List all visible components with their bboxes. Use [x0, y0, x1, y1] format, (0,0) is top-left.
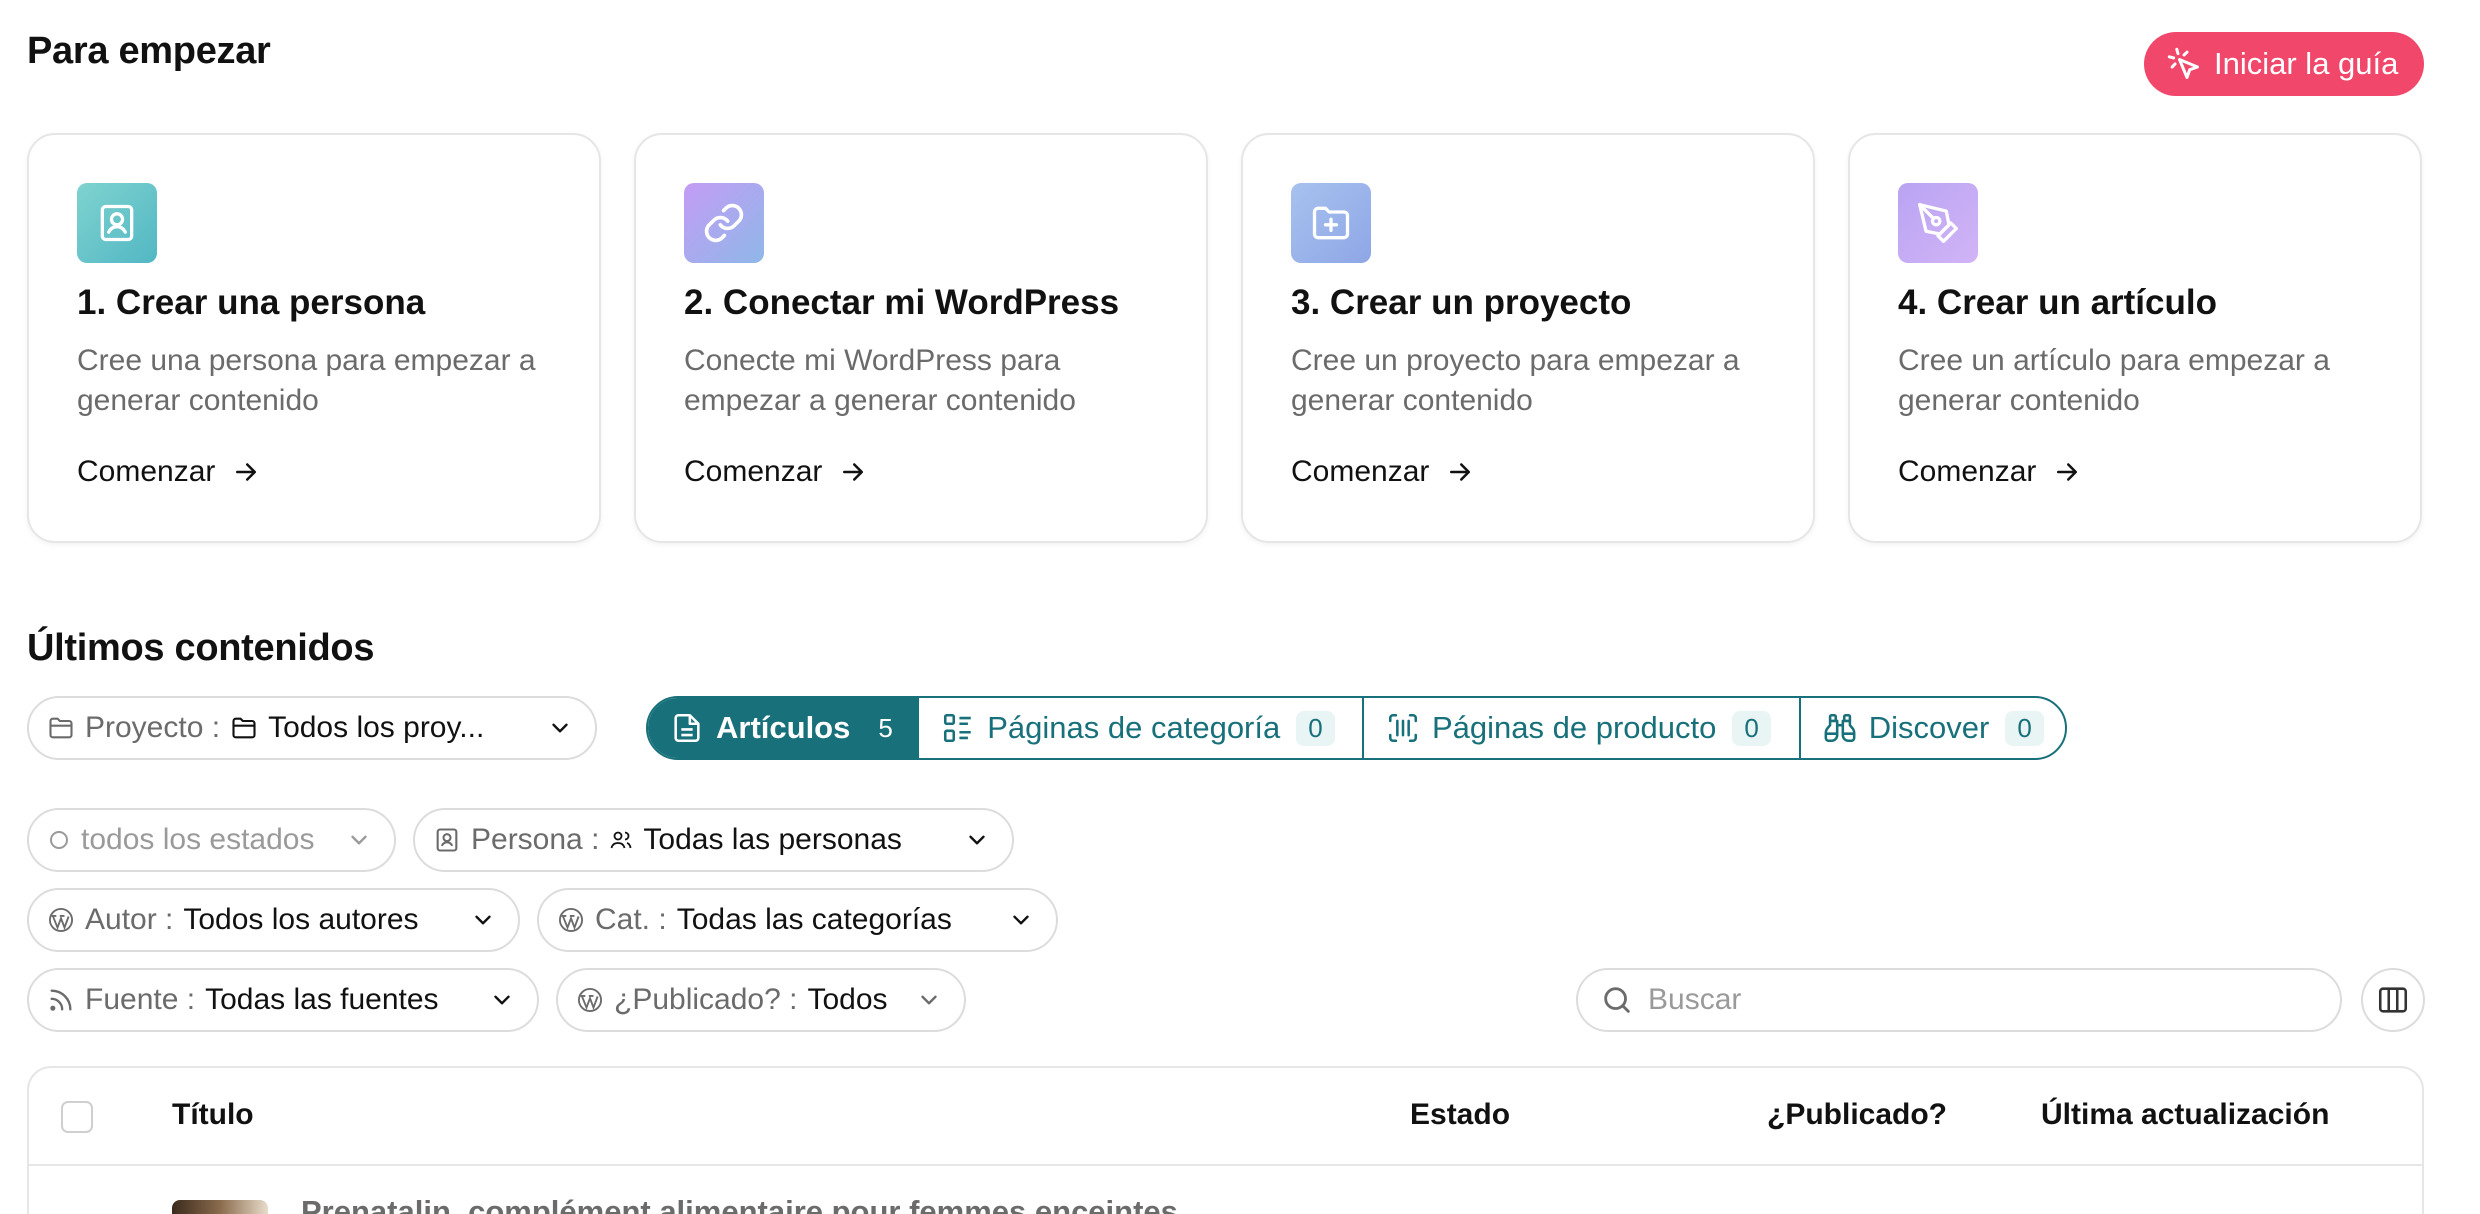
- status-filter-value: todos los estados: [81, 823, 315, 856]
- author-filter-value: Todos los autores: [183, 903, 419, 936]
- source-filter-label: Fuente :: [85, 983, 196, 1016]
- card-start-link[interactable]: Comenzar: [1291, 455, 1475, 489]
- section-title: Últimos contenidos: [27, 627, 375, 669]
- getting-started-cards: 1. Crear una persona Cree una persona pa…: [27, 133, 2424, 543]
- wordpress-icon: [48, 907, 74, 933]
- circle-status-icon: [50, 831, 68, 849]
- chevron-down-icon: [351, 835, 367, 845]
- chevron-down-icon: [552, 723, 568, 733]
- tab-product-pages[interactable]: Páginas de producto 0: [1364, 698, 1801, 758]
- tab-count-badge: 0: [2005, 710, 2044, 746]
- search-icon: [1604, 987, 1630, 1013]
- tab-count-badge: 0: [1732, 710, 1771, 746]
- source-filter[interactable]: Fuente : Todas las fuentes: [27, 968, 539, 1032]
- users-icon: [611, 831, 632, 849]
- published-filter-value: Todos: [807, 983, 888, 1016]
- project-filter-value: Todos los proy...: [268, 711, 485, 744]
- persona-filter-value: Todas las personas: [643, 823, 902, 856]
- card-description: Cree un proyecto para empezar a generar …: [1291, 344, 1740, 417]
- person-card-icon: [436, 828, 458, 852]
- card-title: 3. Crear un proyecto: [1291, 283, 1632, 322]
- tab-count-badge: 0: [1296, 710, 1335, 746]
- column-published[interactable]: ¿Publicado?: [1767, 1098, 1947, 1132]
- start-guide-button[interactable]: Iniciar la guía: [2144, 32, 2424, 96]
- card-start-link[interactable]: Comenzar: [77, 455, 261, 489]
- author-filter-label: Autor :: [85, 903, 174, 936]
- person-card-icon: [77, 183, 157, 263]
- category-filter[interactable]: Cat. : Todas las categorías: [537, 888, 1058, 952]
- author-filter[interactable]: Autor : Todos los autores: [27, 888, 520, 952]
- tab-label: Páginas de producto: [1431, 710, 1717, 745]
- document-icon: [674, 713, 700, 743]
- tab-count-badge: 5: [878, 712, 893, 743]
- arrow-right-icon: [843, 463, 864, 481]
- columns-toggle-button[interactable]: [2361, 968, 2425, 1032]
- start-guide-label: Iniciar la guía: [2214, 46, 2399, 81]
- tab-articles[interactable]: Artículos 5: [648, 698, 920, 758]
- chevron-down-icon: [969, 835, 985, 845]
- folder-icon: [49, 717, 73, 739]
- persona-filter[interactable]: Persona : Todas las personas: [413, 808, 1014, 872]
- tab-category-pages[interactable]: Páginas de categoría 0: [919, 698, 1364, 758]
- content-type-tabs: Artículos 5 Páginas de categoría 0 Págin…: [646, 696, 2067, 760]
- chevron-down-icon: [475, 915, 491, 925]
- column-status[interactable]: Estado: [1410, 1098, 1510, 1132]
- tab-discover[interactable]: Discover 0: [1801, 698, 2065, 758]
- card-start-link[interactable]: Comenzar: [1898, 455, 2082, 489]
- select-all-checkbox[interactable]: [61, 1101, 93, 1133]
- chevron-down-icon: [921, 995, 937, 1005]
- search-box: [1576, 968, 2342, 1032]
- table-row[interactable]: Prenatalin, complément alimentaire pour …: [29, 1166, 2422, 1214]
- source-filter-value: Todas las fuentes: [205, 983, 439, 1016]
- project-filter[interactable]: Proyecto : Todos los proy...: [27, 696, 597, 760]
- barcode-scan-icon: [1388, 713, 1418, 743]
- card-title: 2. Conectar mi WordPress: [684, 283, 1120, 322]
- tab-label: Artículos: [716, 710, 851, 745]
- wordpress-icon: [558, 907, 584, 933]
- content-table: Título Estado ¿Publicado? Última actuali…: [27, 1066, 2424, 1214]
- column-last-updated[interactable]: Última actualización: [2041, 1098, 2329, 1132]
- card-description: Cree un artículo para empezar a generar …: [1898, 344, 2330, 417]
- card-create-persona: 1. Crear una persona Cree una persona pa…: [27, 133, 601, 543]
- card-description: Conecte mi WordPress para empezar a gene…: [684, 344, 1076, 417]
- rss-icon: [50, 989, 72, 1011]
- card-start-link[interactable]: Comenzar: [684, 455, 868, 489]
- page-title: Para empezar: [27, 30, 271, 72]
- arrow-right-icon: [1450, 463, 1471, 481]
- chevron-down-icon: [1013, 915, 1029, 925]
- article-thumbnail: [172, 1200, 268, 1214]
- card-description: Cree una persona para empezar a generar …: [77, 344, 536, 417]
- category-filter-label: Cat. :: [595, 903, 667, 936]
- search-input[interactable]: [1648, 983, 2248, 1017]
- columns-icon: [2378, 987, 2408, 1013]
- card-title: 1. Crear una persona: [77, 283, 426, 322]
- arrow-right-icon: [2057, 463, 2078, 481]
- cursor-click-icon: [2167, 47, 2199, 79]
- article-title[interactable]: Prenatalin, complément alimentaire pour …: [301, 1194, 1178, 1214]
- chevron-down-icon: [494, 995, 510, 1005]
- card-connect-wordpress: 2. Conectar mi WordPress Conecte mi Word…: [634, 133, 1208, 543]
- wordpress-icon: [577, 987, 603, 1013]
- tab-label: Discover: [1868, 710, 1990, 745]
- tab-label: Páginas de categoría: [987, 710, 1281, 745]
- category-filter-value: Todas las categorías: [676, 903, 952, 936]
- card-create-article: 4. Crear un artículo Cree un artículo pa…: [1848, 133, 2422, 543]
- table-header: Título Estado ¿Publicado? Última actuali…: [29, 1068, 2422, 1166]
- link-icon: [684, 183, 764, 263]
- card-create-project: 3. Crear un proyecto Cree un proyecto pa…: [1241, 133, 1815, 543]
- binoculars-icon: [1824, 713, 1856, 743]
- published-filter-label: ¿Publicado? :: [614, 983, 798, 1016]
- pen-tool-icon: [1898, 183, 1978, 263]
- arrow-right-icon: [236, 463, 257, 481]
- project-filter-label: Proyecto :: [85, 711, 221, 744]
- folder-plus-icon: [1291, 183, 1371, 263]
- column-title[interactable]: Título: [172, 1098, 254, 1132]
- card-title: 4. Crear un artículo: [1898, 283, 2217, 322]
- list-grid-icon: [944, 713, 971, 743]
- persona-filter-label: Persona :: [471, 823, 600, 856]
- status-filter[interactable]: todos los estados: [27, 808, 396, 872]
- published-filter[interactable]: ¿Publicado? : Todos: [556, 968, 966, 1032]
- folder-icon: [232, 717, 256, 739]
